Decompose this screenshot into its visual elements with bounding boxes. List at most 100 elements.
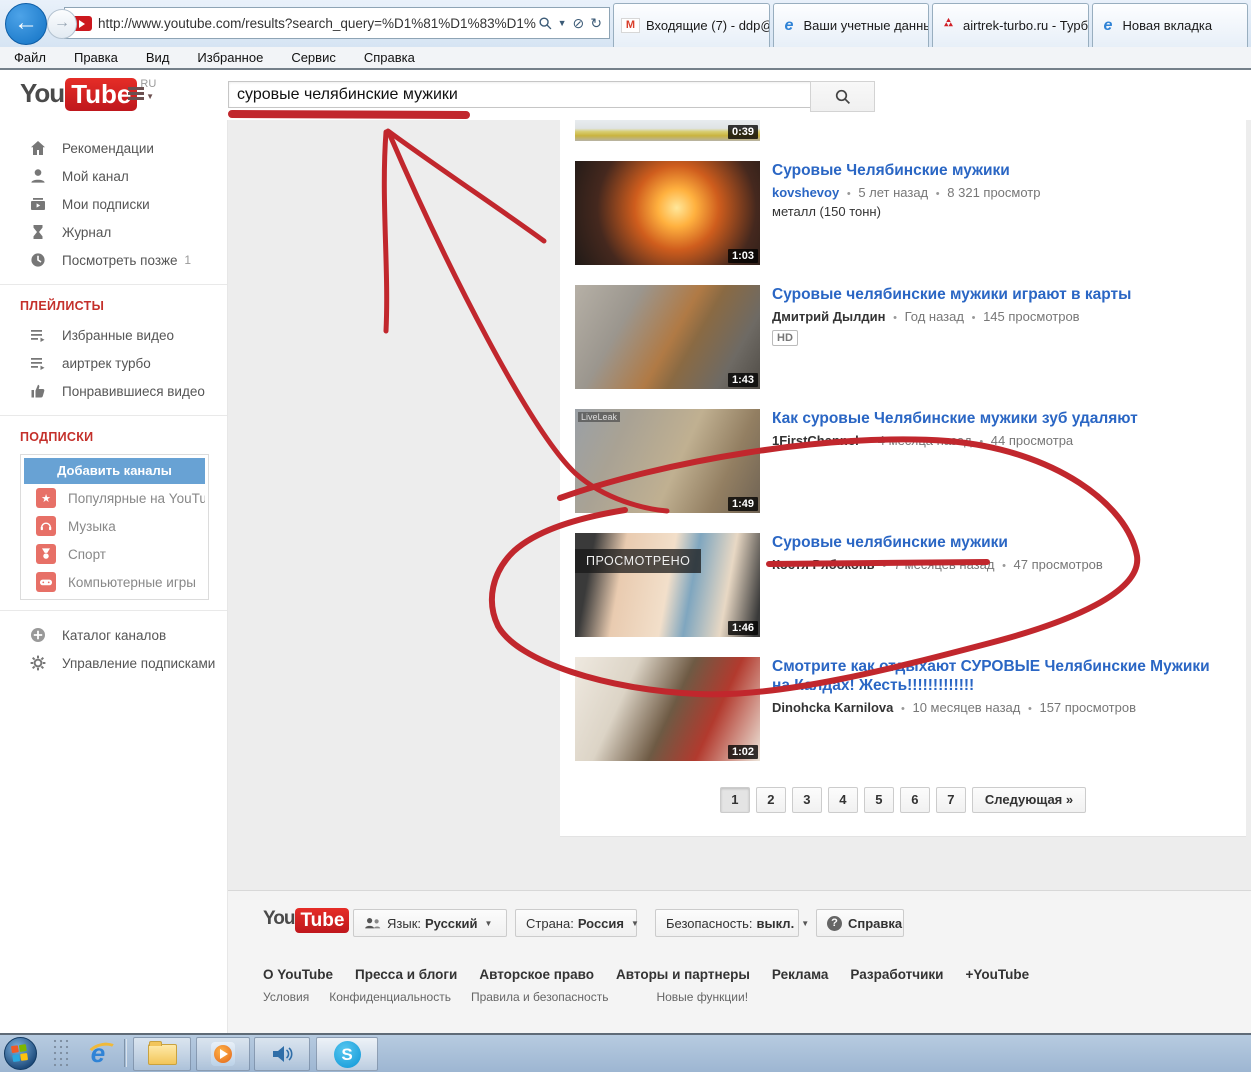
start-button[interactable] bbox=[4, 1037, 37, 1070]
separator-dot: • bbox=[893, 312, 897, 324]
menu-tools[interactable]: Сервис bbox=[277, 50, 350, 65]
video-thumbnail[interactable]: 1:03 bbox=[575, 161, 760, 265]
tab-title: Ваши учетные данные ... bbox=[804, 18, 930, 33]
sidebar-item-recommendations[interactable]: Рекомендации bbox=[0, 134, 227, 162]
search-button[interactable] bbox=[810, 81, 875, 112]
sidebar-item-my-subscriptions[interactable]: Мои подписки bbox=[0, 190, 227, 218]
sidebar-item-label: Мои подписки bbox=[62, 197, 150, 212]
add-channels-button[interactable]: Добавить каналы bbox=[24, 458, 205, 484]
refresh-icon[interactable]: ↻ bbox=[590, 15, 602, 32]
channel-link[interactable]: Дмитрий Дылдин bbox=[772, 309, 886, 324]
sidebar-item-popular[interactable]: ★ Популярные на YouTube bbox=[24, 484, 205, 512]
video-title-link[interactable]: Суровые Челябинские мужики bbox=[772, 161, 1212, 180]
menu-favorites[interactable]: Избранное bbox=[183, 50, 277, 65]
video-title-link[interactable]: Смотрите как отдыхают СУРОВЫЕ Челябински… bbox=[772, 657, 1212, 695]
tab-gmail[interactable]: M Входящие (7) - ddp@as... bbox=[613, 3, 770, 47]
next-page-button[interactable]: Следующая » bbox=[972, 787, 1086, 813]
video-thumbnail[interactable]: 1:02 bbox=[575, 657, 760, 761]
video-thumbnail[interactable]: ПРОСМОТРЕНО 1:46 bbox=[575, 533, 760, 637]
footer-link-plus-youtube[interactable]: +YouTube bbox=[965, 967, 1029, 982]
sidebar-item-games[interactable]: Компьютерные игры bbox=[24, 568, 205, 596]
media-player-icon bbox=[211, 1042, 235, 1066]
page-button-1[interactable]: 1 bbox=[720, 787, 750, 813]
forward-icon: → bbox=[54, 14, 70, 31]
taskbar-ie-button[interactable]: e bbox=[76, 1037, 120, 1069]
sidebar-item-liked-videos[interactable]: Понравившиеся видео bbox=[0, 377, 227, 405]
footer-link-copyright[interactable]: Авторское право bbox=[479, 967, 594, 982]
popular-star-icon: ★ bbox=[36, 488, 56, 508]
tab-airtrek[interactable]: airtrek-turbo.ru - Турбо... bbox=[932, 3, 1089, 47]
language-dropdown[interactable]: Язык: Русский ▼ bbox=[353, 909, 507, 937]
guide-menu-button[interactable]: ▼ bbox=[128, 87, 154, 103]
tab-credentials[interactable]: e Ваши учетные данные ... bbox=[773, 3, 930, 47]
channel-link[interactable]: 1FirstChannel bbox=[772, 433, 859, 448]
address-dropdown-icon[interactable]: ▼ bbox=[558, 18, 567, 28]
tab-new[interactable]: e Новая вкладка bbox=[1092, 3, 1249, 47]
footer-link-terms[interactable]: Условия bbox=[263, 990, 309, 1004]
footer-link-safety[interactable]: Правила и безопасность bbox=[471, 990, 609, 1004]
separator-dot: • bbox=[979, 436, 983, 448]
sidebar-item-channel-catalog[interactable]: Каталог каналов bbox=[0, 621, 227, 649]
footer-link-press[interactable]: Пресса и блоги bbox=[355, 967, 457, 982]
safety-value: выкл. bbox=[757, 916, 795, 931]
footer-link-privacy[interactable]: Конфиденциальность bbox=[329, 990, 451, 1004]
history-icon bbox=[28, 222, 48, 242]
menu-view[interactable]: Вид bbox=[132, 50, 184, 65]
skype-icon: S bbox=[334, 1041, 361, 1068]
duration-badge: 1:46 bbox=[728, 621, 758, 635]
page-button-5[interactable]: 5 bbox=[864, 787, 894, 813]
video-title-link[interactable]: Суровые челябинские мужики играют в карт… bbox=[772, 285, 1212, 304]
footer-link-new-features[interactable]: Новые функции! bbox=[656, 990, 748, 1004]
video-thumbnail[interactable]: 1:43 bbox=[575, 285, 760, 389]
footer-link-developers[interactable]: Разработчики bbox=[850, 967, 943, 982]
video-thumbnail[interactable]: LiveLeak 1:49 bbox=[575, 409, 760, 513]
playlist-icon bbox=[28, 353, 48, 373]
address-search-icon[interactable] bbox=[538, 16, 553, 31]
taskbar-skype-button[interactable]: S bbox=[316, 1037, 378, 1071]
video-thumbnail-partial[interactable]: 0:39 bbox=[575, 120, 760, 141]
safety-dropdown[interactable]: Безопасность: выкл. ▼ bbox=[655, 909, 799, 937]
footer-link-about[interactable]: О YouTube bbox=[263, 967, 333, 982]
sidebar-item-my-channel[interactable]: Мой канал bbox=[0, 162, 227, 190]
page-button-4[interactable]: 4 bbox=[828, 787, 858, 813]
search-result-2: 1:43 Суровые челябинские мужики играют в… bbox=[575, 285, 1246, 389]
sidebar-item-sport[interactable]: Спорт bbox=[24, 540, 205, 568]
video-title-link[interactable]: Суровые челябинские мужики bbox=[772, 533, 1212, 552]
sidebar-item-music[interactable]: Музыка bbox=[24, 512, 205, 540]
taskbar-explorer-button[interactable] bbox=[133, 1037, 191, 1071]
country-dropdown[interactable]: Страна: Россия ▼ bbox=[515, 909, 637, 937]
search-input[interactable] bbox=[228, 81, 818, 108]
back-button[interactable]: ← bbox=[5, 3, 47, 45]
address-bar[interactable]: http://www.youtube.com/results?search_qu… bbox=[64, 7, 610, 39]
taskbar-grip-handle[interactable] bbox=[52, 1038, 70, 1068]
page-button-3[interactable]: 3 bbox=[792, 787, 822, 813]
channel-link[interactable]: Костя Рябоконь bbox=[772, 557, 875, 572]
sidebar-item-watch-later[interactable]: Посмотреть позже 1 bbox=[0, 246, 227, 274]
footer-link-advertise[interactable]: Реклама bbox=[772, 967, 829, 982]
compatibility-icon[interactable]: ⊘ bbox=[573, 15, 585, 32]
page-button-6[interactable]: 6 bbox=[900, 787, 930, 813]
sidebar-item-favorites-playlist[interactable]: Избранные видео bbox=[0, 321, 227, 349]
ie-icon: e bbox=[781, 17, 798, 35]
channel-link[interactable]: Dinohcka Karnilova bbox=[772, 700, 893, 715]
menu-help[interactable]: Справка bbox=[350, 50, 429, 65]
taskbar-volume-button[interactable] bbox=[254, 1037, 310, 1071]
sidebar-item-label: Избранные видео bbox=[62, 328, 174, 343]
sidebar-item-manage-subscriptions[interactable]: Управление подписками bbox=[0, 649, 227, 677]
video-title-link[interactable]: Как суровые Челябинские мужики зуб удаля… bbox=[772, 409, 1212, 428]
menu-edit[interactable]: Правка bbox=[60, 50, 132, 65]
footer-link-creators[interactable]: Авторы и партнеры bbox=[616, 967, 750, 982]
sidebar-item-airtrek-playlist[interactable]: аиртрек турбо bbox=[0, 349, 227, 377]
channel-link[interactable]: kovshevoy bbox=[772, 185, 839, 200]
page-button-2[interactable]: 2 bbox=[756, 787, 786, 813]
page-button-7[interactable]: 7 bbox=[936, 787, 966, 813]
search-result-3: LiveLeak 1:49 Как суровые Челябинские му… bbox=[575, 409, 1246, 513]
help-button[interactable]: ? Справка bbox=[816, 909, 904, 937]
forward-button[interactable]: → bbox=[47, 9, 77, 39]
taskbar-media-player-button[interactable] bbox=[196, 1037, 250, 1071]
footer-youtube-logo[interactable]: You Tube bbox=[263, 908, 349, 933]
url-text[interactable]: http://www.youtube.com/results?search_qu… bbox=[98, 16, 536, 31]
sidebar-item-history[interactable]: Журнал bbox=[0, 218, 227, 246]
menu-file[interactable]: Файл bbox=[0, 50, 60, 65]
people-icon bbox=[364, 916, 381, 931]
